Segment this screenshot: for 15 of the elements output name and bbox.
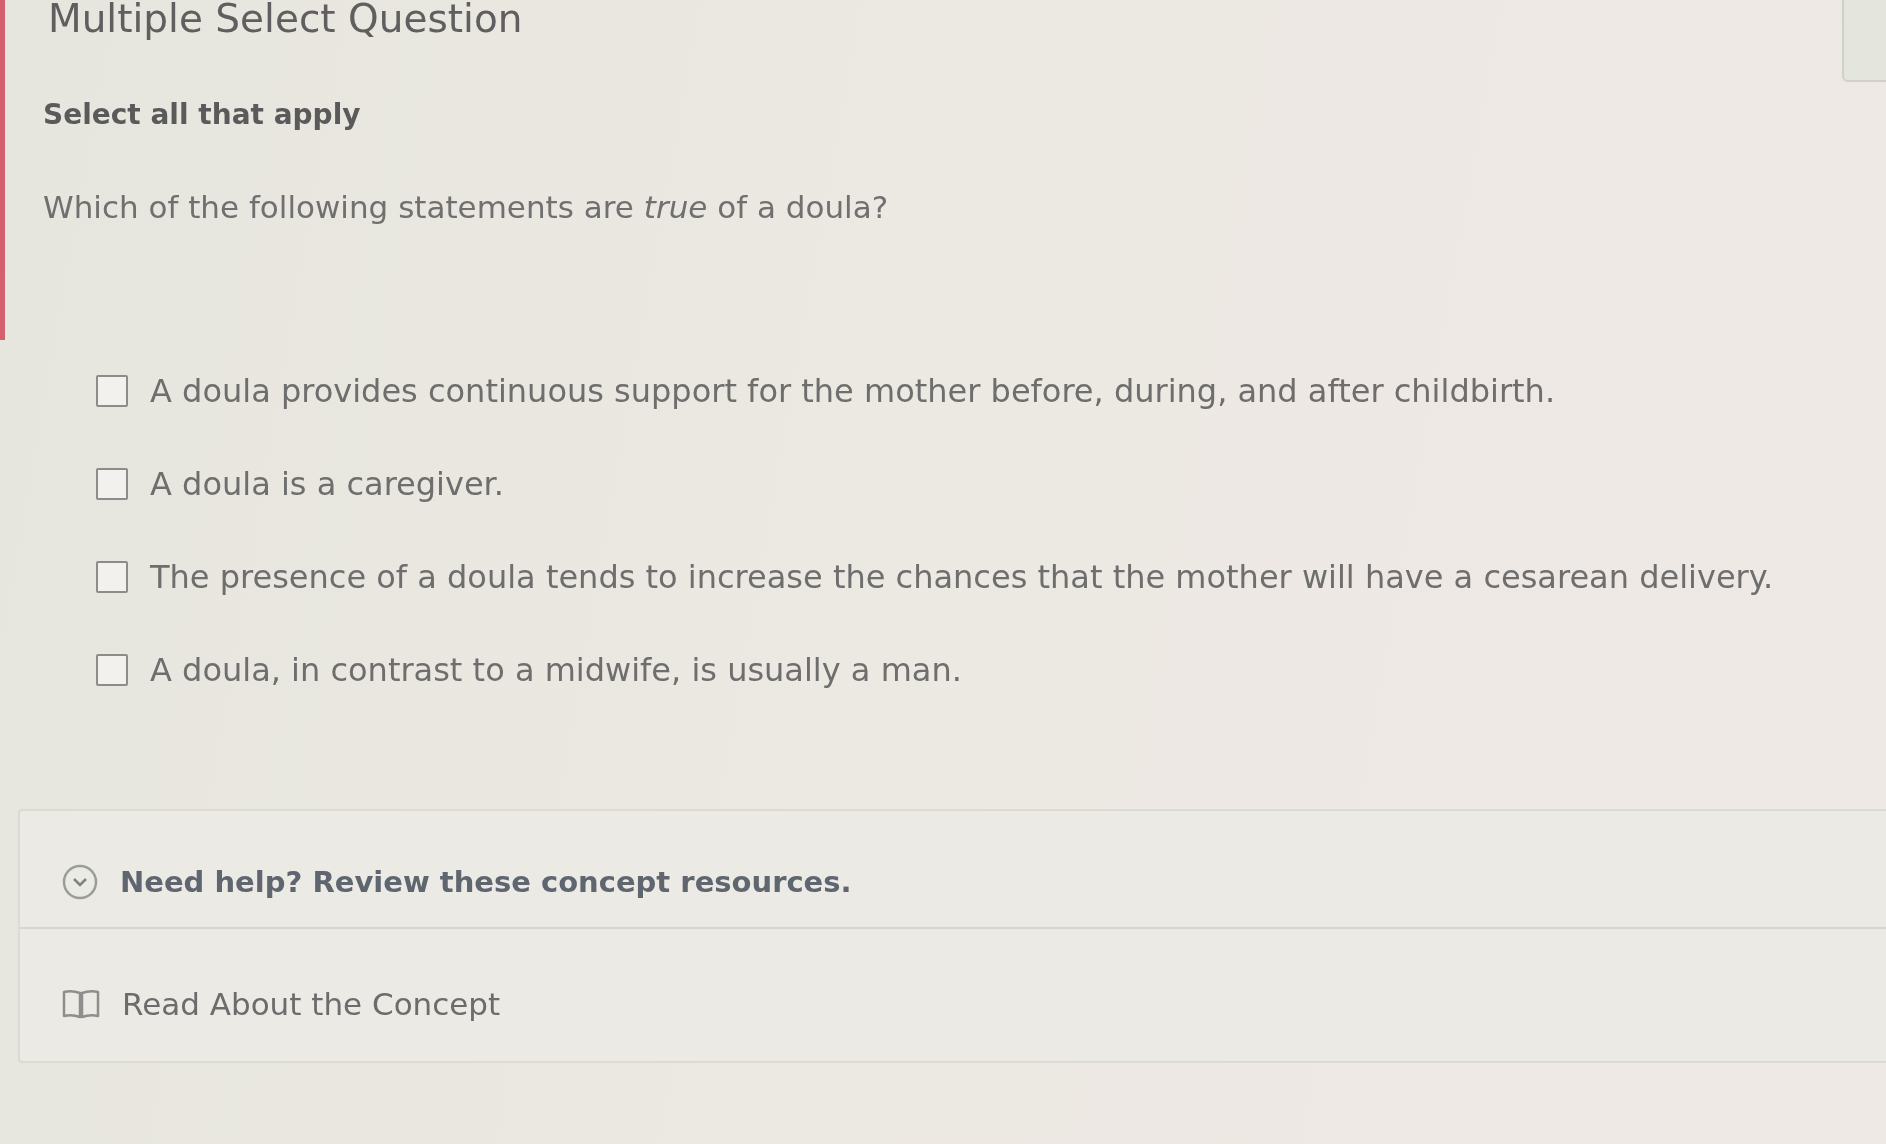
instruction-text: Select all that apply bbox=[43, 98, 361, 132]
book-icon bbox=[62, 988, 100, 1020]
option-label: A doula, in contrast to a midwife, is usually a man. bbox=[150, 650, 962, 690]
question-type-title: Multiple Select Question bbox=[48, 0, 523, 38]
option-label: The presence of a doula tends to increase the chances that the mother will have a cesarean delivery. bbox=[150, 557, 1774, 597]
read-concept-link[interactable]: Read About the Concept bbox=[122, 983, 501, 1025]
option-label: A doula is a caregiver. bbox=[150, 464, 504, 504]
option-label: A doula provides continuous support for the mother before, during, and after childbirth. bbox=[150, 371, 1556, 411]
checkbox[interactable] bbox=[96, 561, 128, 593]
checkbox[interactable] bbox=[96, 468, 128, 500]
chevron-circle-icon[interactable] bbox=[62, 864, 98, 900]
question-text: Which of the following statements are true of a doula? bbox=[43, 188, 889, 226]
checkbox[interactable] bbox=[96, 375, 128, 407]
help-toggle[interactable]: Need help? Review these concept resources. bbox=[120, 861, 852, 903]
checkbox[interactable] bbox=[96, 654, 128, 686]
